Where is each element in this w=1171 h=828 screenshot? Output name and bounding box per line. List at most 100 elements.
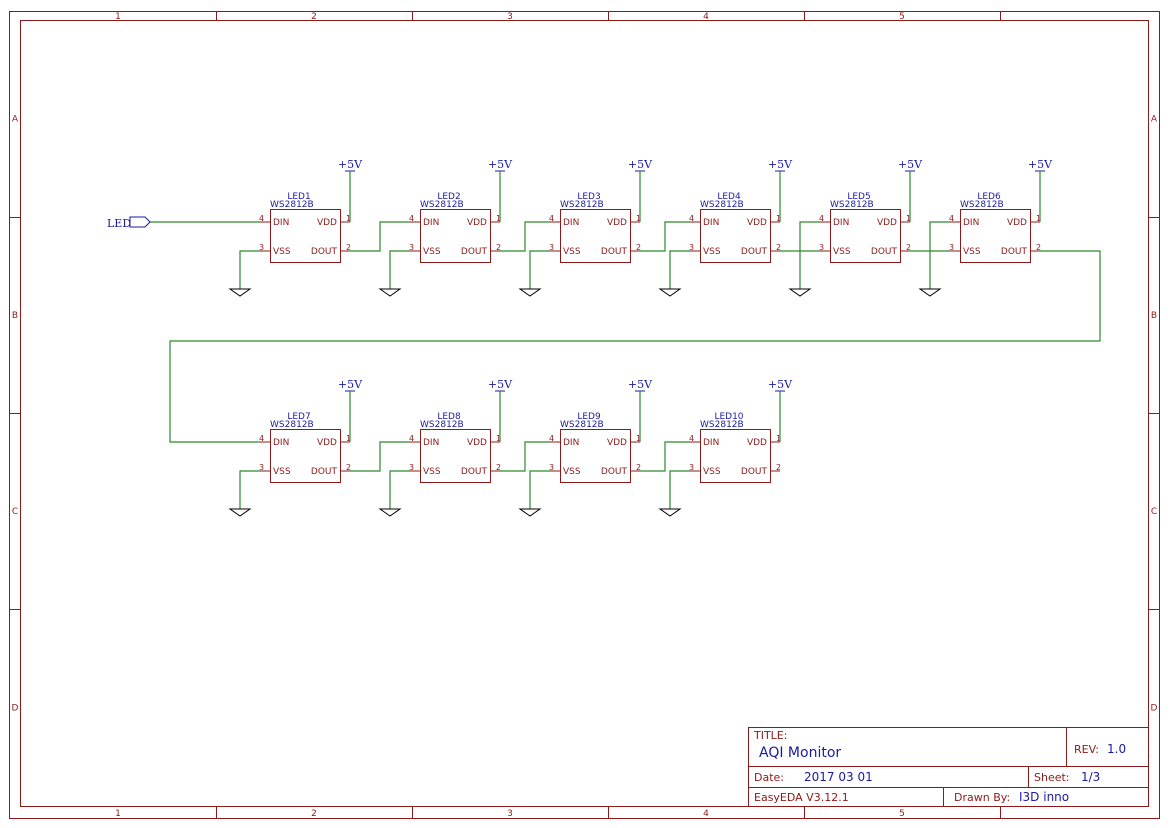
title-value: AQI Monitor [759, 745, 841, 761]
row-marker-right: C [1151, 507, 1157, 517]
led-component[interactable]: LED5WS2812BDINVSSVDDDOUT4312+5V [788, 158, 923, 297]
ground-icon [658, 470, 690, 517]
column-marker-bottom: 3 [507, 809, 513, 819]
ground-icon [378, 250, 410, 297]
led-value: WS2812B [700, 420, 744, 430]
ground-icon [228, 250, 260, 297]
pin-din-label: DIN [423, 218, 439, 228]
pin-dout-label: DOUT [311, 467, 338, 477]
power-label: +5V [768, 378, 793, 391]
power-label: +5V [338, 158, 363, 171]
power-5v-symbol: +5V [768, 158, 793, 222]
power-label: +5V [338, 378, 363, 391]
led-component[interactable]: LED9WS2812BDINVSSVDDDOUT4312+5V [518, 378, 653, 517]
led-value: WS2812B [420, 420, 464, 430]
pin-dout-number: 2 [776, 463, 781, 472]
pin-din-label: DIN [423, 438, 439, 448]
power-5v-symbol: +5V [768, 378, 793, 442]
sheet-value: 1/3 [1081, 770, 1100, 784]
ground-icon [788, 250, 820, 297]
column-marker-bottom: 2 [311, 809, 317, 819]
drawn-by-value: I3D inno [1019, 790, 1069, 804]
power-5v-symbol: +5V [338, 158, 363, 222]
pin-vss-label: VSS [273, 247, 291, 257]
led-component[interactable]: LED10WS2812BDINVSSVDDDOUT4312+5V [658, 378, 793, 517]
ground-icon [918, 250, 950, 297]
net-port-label: LED [107, 217, 131, 230]
pin-vss-label: VSS [563, 247, 581, 257]
pin-din-number: 4 [409, 434, 414, 443]
power-5v-symbol: +5V [488, 378, 513, 442]
pin-dout-label: DOUT [461, 247, 488, 257]
pin-din-number: 4 [409, 214, 414, 223]
power-5v-symbol: +5V [338, 378, 363, 442]
pin-dout-number: 2 [636, 463, 641, 472]
pin-vdd-label: VDD [607, 218, 627, 228]
pin-vdd-label: VDD [1007, 218, 1027, 228]
row-marker-right: D [1151, 704, 1158, 714]
pin-vss-label: VSS [563, 467, 581, 477]
pin-din-label: DIN [273, 438, 289, 448]
pin-vdd-label: VDD [747, 218, 767, 228]
column-marker-top: 1 [115, 12, 121, 22]
pin-vss-label: VSS [963, 247, 981, 257]
pin-dout-label: DOUT [871, 247, 898, 257]
led-value: WS2812B [420, 200, 464, 210]
power-label: +5V [488, 158, 513, 171]
sheet-label: Sheet: [1034, 771, 1070, 784]
pin-din-label: DIN [703, 438, 719, 448]
pin-din-number: 4 [819, 214, 824, 223]
pin-din-number: 4 [259, 434, 264, 443]
pin-vss-label: VSS [833, 247, 851, 257]
power-label: +5V [628, 158, 653, 171]
led-component[interactable]: LED7WS2812BDINVSSVDDDOUT4312+5V [228, 378, 363, 517]
pin-vss-label: VSS [423, 247, 441, 257]
ground-icon [228, 470, 260, 517]
power-label: +5V [768, 158, 793, 171]
pin-vdd-label: VDD [607, 438, 627, 448]
row-marker-left: A [12, 115, 19, 125]
led-component[interactable]: LED8WS2812BDINVSSVDDDOUT4312+5V [378, 378, 513, 517]
rev-label: REV: [1074, 743, 1099, 756]
power-5v-symbol: +5V [628, 158, 653, 222]
led-value: WS2812B [270, 200, 314, 210]
pin-dout-number: 2 [636, 243, 641, 252]
tool-version: EasyEDA V3.12.1 [754, 791, 849, 804]
pin-dout-label: DOUT [601, 247, 628, 257]
pin-dout-label: DOUT [461, 467, 488, 477]
pin-dout-label: DOUT [1001, 247, 1028, 257]
led-component[interactable]: LED1WS2812BDINVSSVDDDOUT4312+5V [228, 158, 363, 297]
led-value: WS2812B [960, 200, 1004, 210]
column-marker-bottom: 5 [899, 809, 905, 819]
pin-dout-number: 2 [1036, 243, 1041, 252]
ground-icon [378, 470, 410, 517]
ground-icon [658, 250, 690, 297]
pin-vss-label: VSS [423, 467, 441, 477]
drawn-by-label: Drawn By: [954, 791, 1010, 804]
date-label: Date: [754, 771, 784, 784]
column-marker-top: 2 [311, 12, 317, 22]
pin-din-number: 4 [689, 214, 694, 223]
pin-vss-label: VSS [703, 247, 721, 257]
pin-din-number: 4 [949, 214, 954, 223]
ground-icon [518, 470, 550, 517]
led-component[interactable]: LED3WS2812BDINVSSVDDDOUT4312+5V [518, 158, 653, 297]
power-label: +5V [488, 378, 513, 391]
led-component[interactable]: LED4WS2812BDINVSSVDDDOUT4312+5V [658, 158, 793, 297]
pin-dout-number: 2 [346, 243, 351, 252]
components: LED1WS2812BDINVSSVDDDOUT4312+5VLED2WS281… [228, 158, 1053, 517]
power-label: +5V [1028, 158, 1053, 171]
pin-din-label: DIN [563, 438, 579, 448]
power-5v-symbol: +5V [628, 378, 653, 442]
led-component[interactable]: LED6WS2812BDINVSSVDDDOUT4312+5V [918, 158, 1053, 297]
date-value: 2017 03 01 [804, 770, 873, 784]
led-value: WS2812B [560, 200, 604, 210]
pin-din-number: 4 [549, 214, 554, 223]
net-port-led[interactable]: LED [107, 216, 151, 230]
column-marker-top: 3 [507, 12, 513, 22]
pin-din-label: DIN [703, 218, 719, 228]
power-label: +5V [898, 158, 923, 171]
led-component[interactable]: LED2WS2812BDINVSSVDDDOUT4312+5V [378, 158, 513, 297]
pin-dout-label: DOUT [741, 247, 768, 257]
row-marker-left: B [12, 311, 18, 321]
